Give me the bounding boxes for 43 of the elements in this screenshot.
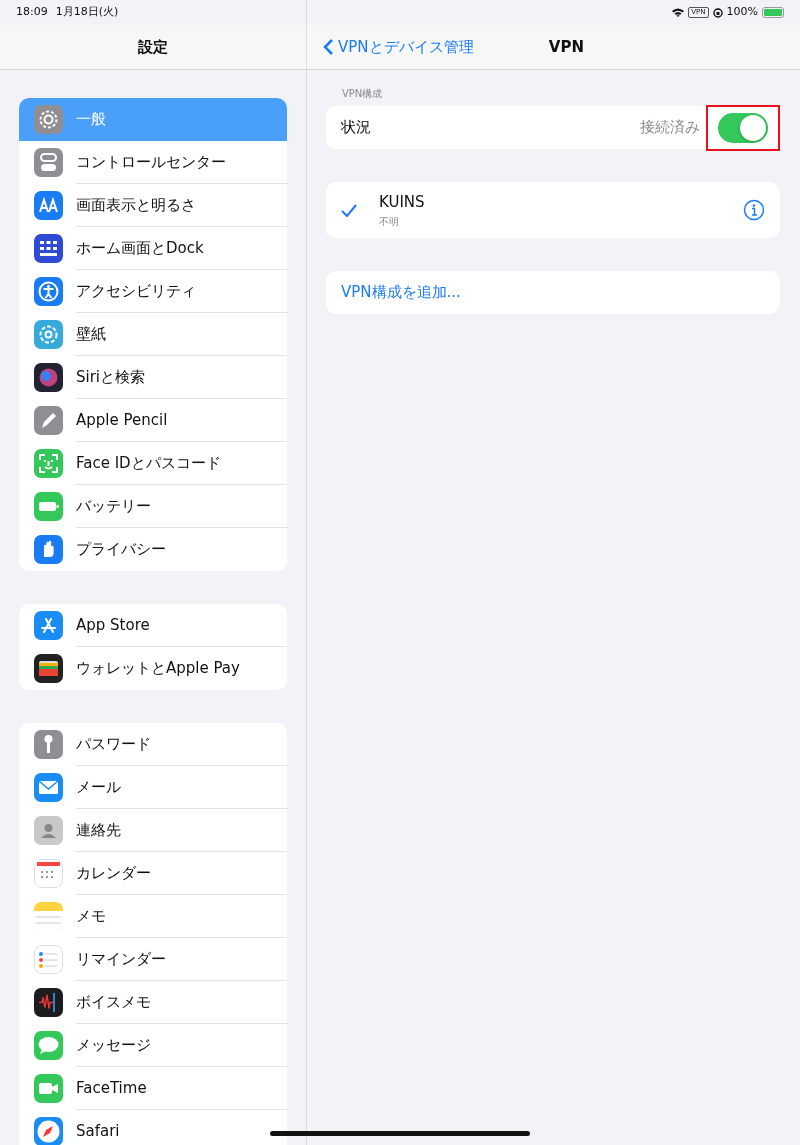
section-header: VPN構成 [342,87,384,101]
settings-row[interactable]: メッセージ [19,1024,287,1067]
settings-row[interactable]: メール [19,766,287,809]
info-icon [743,199,765,221]
settings-row[interactable]: 連絡先 [19,809,287,852]
chevron-left-icon [323,38,334,56]
settings-row[interactable]: Face IDとパスコード [19,442,287,485]
orientation-lock-icon [712,7,723,18]
settings-row[interactable]: リマインダー [19,938,287,981]
settings-row[interactable]: Siriと検索 [19,356,287,399]
status-label: 状況 [341,117,372,139]
sidebar-title: 設定 [138,36,168,58]
settings-row[interactable]: Apple Pencil [19,399,287,442]
settings-row[interactable]: ホーム画面とDock [19,227,287,270]
settings-row[interactable]: Safari [19,1110,287,1145]
settings-row[interactable]: バッテリー [19,485,287,528]
wifi-icon [672,8,685,17]
status-date: 1月18日(火) [55,4,119,21]
battery-percentage: 100% [726,4,758,21]
checkmark-icon [341,203,357,217]
add-vpn-link[interactable]: VPN構成を追加... [341,281,461,304]
info-button[interactable] [743,199,765,221]
settings-row[interactable]: パスワード [19,723,287,766]
vpn-configuration-row[interactable]: KUINS 不明 [326,182,780,238]
settings-row[interactable]: 壁紙 [19,313,287,356]
status-value: 接続済み [640,117,700,139]
settings-row[interactable]: アクセシビリティ [19,270,287,313]
battery-icon [762,7,784,18]
page-title: VPN [548,36,584,58]
configuration-status: 不明 [379,214,400,229]
configuration-name: KUINS [379,192,426,214]
status-time: 18:09 [16,4,48,21]
settings-row[interactable]: コントロールセンター [19,141,287,184]
settings-row[interactable]: ボイスメモ [19,981,287,1024]
settings-row[interactable]: FaceTime [19,1067,287,1110]
settings-row[interactable]: 画面表示と明るさ [19,184,287,227]
settings-row[interactable]: ウォレットとApple Pay [19,647,287,690]
settings-row[interactable]: メモ [19,895,287,938]
settings-row[interactable]: プライバシー [19,528,287,571]
back-button[interactable]: VPNとデバイス管理 [323,35,474,59]
vpn-toggle[interactable] [718,112,768,143]
settings-row[interactable]: カレンダー [19,852,287,895]
settings-row[interactable]: App Store [19,604,287,647]
